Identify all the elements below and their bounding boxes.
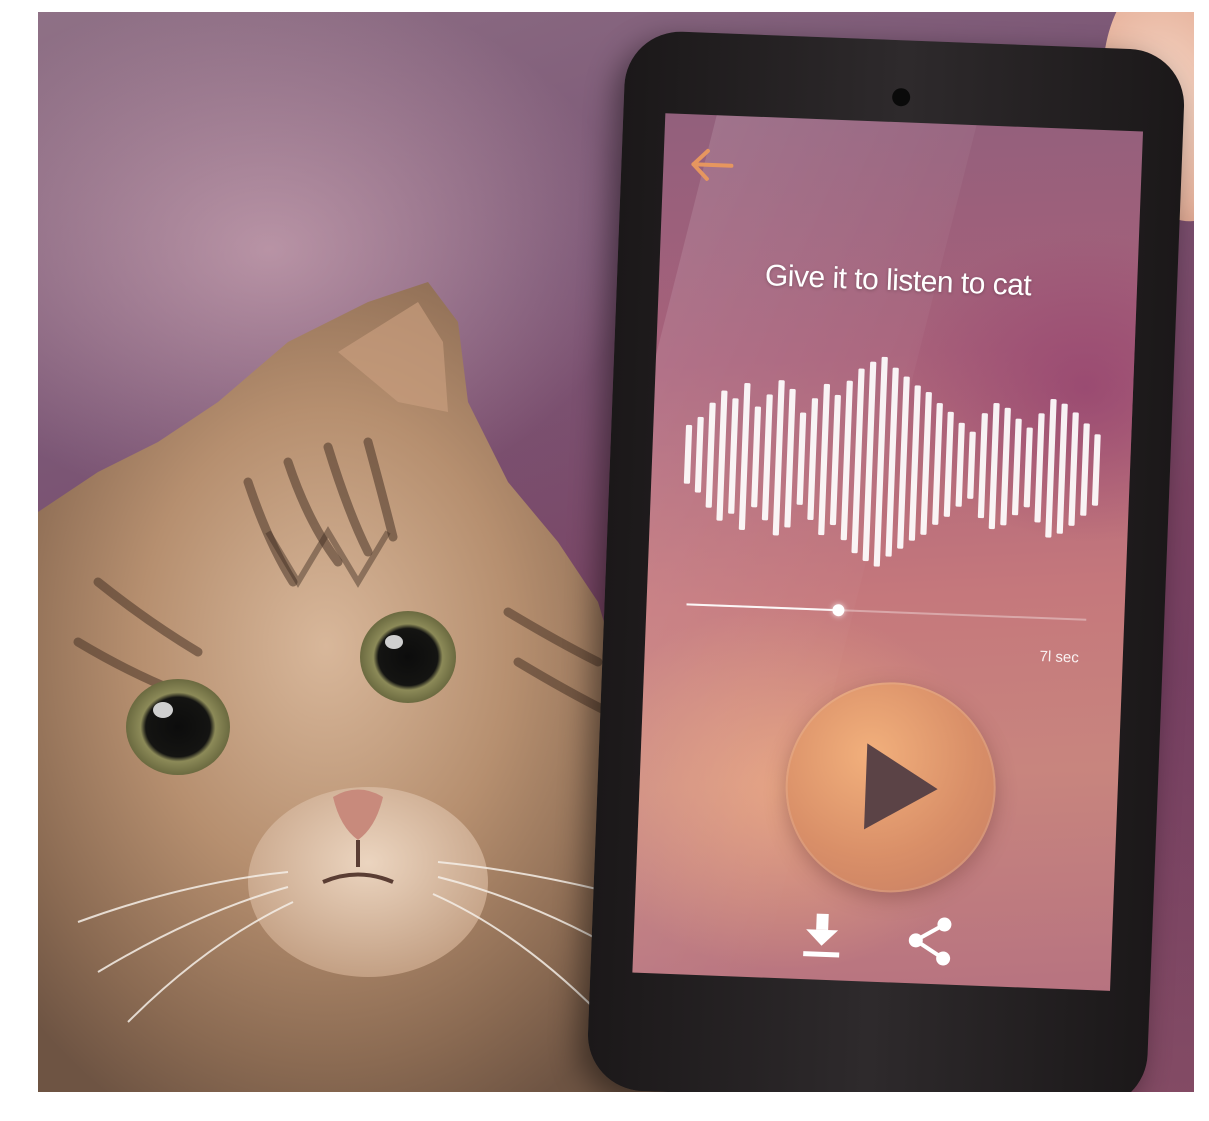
waveform-bar — [1068, 412, 1079, 526]
waveform-bar — [862, 361, 877, 562]
app-screen: Give it to listen to cat 7l sec — [632, 113, 1144, 991]
waveform-bar — [977, 413, 988, 519]
waveform-bar — [761, 394, 773, 521]
waveform-bar — [1034, 413, 1045, 523]
waveform-bar — [1091, 434, 1101, 506]
waveform-bar — [1023, 427, 1033, 508]
smartphone: Give it to listen to cat 7l sec — [585, 29, 1187, 1092]
waveform-bar — [683, 424, 693, 484]
download-icon[interactable] — [799, 909, 845, 961]
app-promo-scene: Give it to listen to cat 7l sec — [38, 12, 1194, 1092]
waveform-bar — [1056, 403, 1068, 534]
arrow-left-icon[interactable] — [685, 144, 738, 186]
waveform-bar — [932, 402, 943, 525]
waveform-bar — [873, 356, 888, 567]
cat-photo — [38, 282, 678, 1092]
waveform-bar — [1080, 423, 1090, 516]
waveform-bar — [920, 392, 932, 535]
waveform-bar — [885, 367, 899, 557]
waveform-bar — [796, 412, 807, 505]
seek-progress — [686, 603, 839, 612]
waveform-bar — [1000, 407, 1011, 526]
waveform-bar — [1011, 418, 1022, 516]
waveform-bar — [705, 402, 716, 508]
front-camera — [891, 87, 911, 107]
waveform-bar — [772, 380, 785, 536]
waveform-bar — [1045, 398, 1057, 538]
waveform-bar — [728, 398, 739, 514]
waveform-bar — [738, 382, 751, 530]
seek-thumb[interactable] — [832, 603, 845, 617]
waveform-bar — [988, 403, 1000, 530]
waveform-bar — [716, 390, 728, 521]
play-icon — [864, 743, 940, 833]
waveform-bar — [751, 406, 762, 508]
audio-waveform — [683, 356, 1101, 567]
waveform-bar — [851, 368, 865, 554]
waveform-bar — [784, 388, 796, 528]
waveform-bar — [897, 376, 910, 549]
waveform-bar — [807, 398, 819, 521]
waveform-bar — [694, 416, 704, 493]
time-label: 7l sec — [1039, 647, 1080, 667]
waveform-bar — [943, 411, 954, 517]
waveform-bar — [840, 380, 853, 541]
waveform-bar — [967, 431, 976, 499]
waveform-bar — [908, 385, 921, 541]
share-icon[interactable] — [903, 913, 957, 969]
waveform-bar — [955, 422, 965, 507]
waveform-bar — [829, 394, 841, 526]
waveform-bar — [818, 383, 831, 536]
